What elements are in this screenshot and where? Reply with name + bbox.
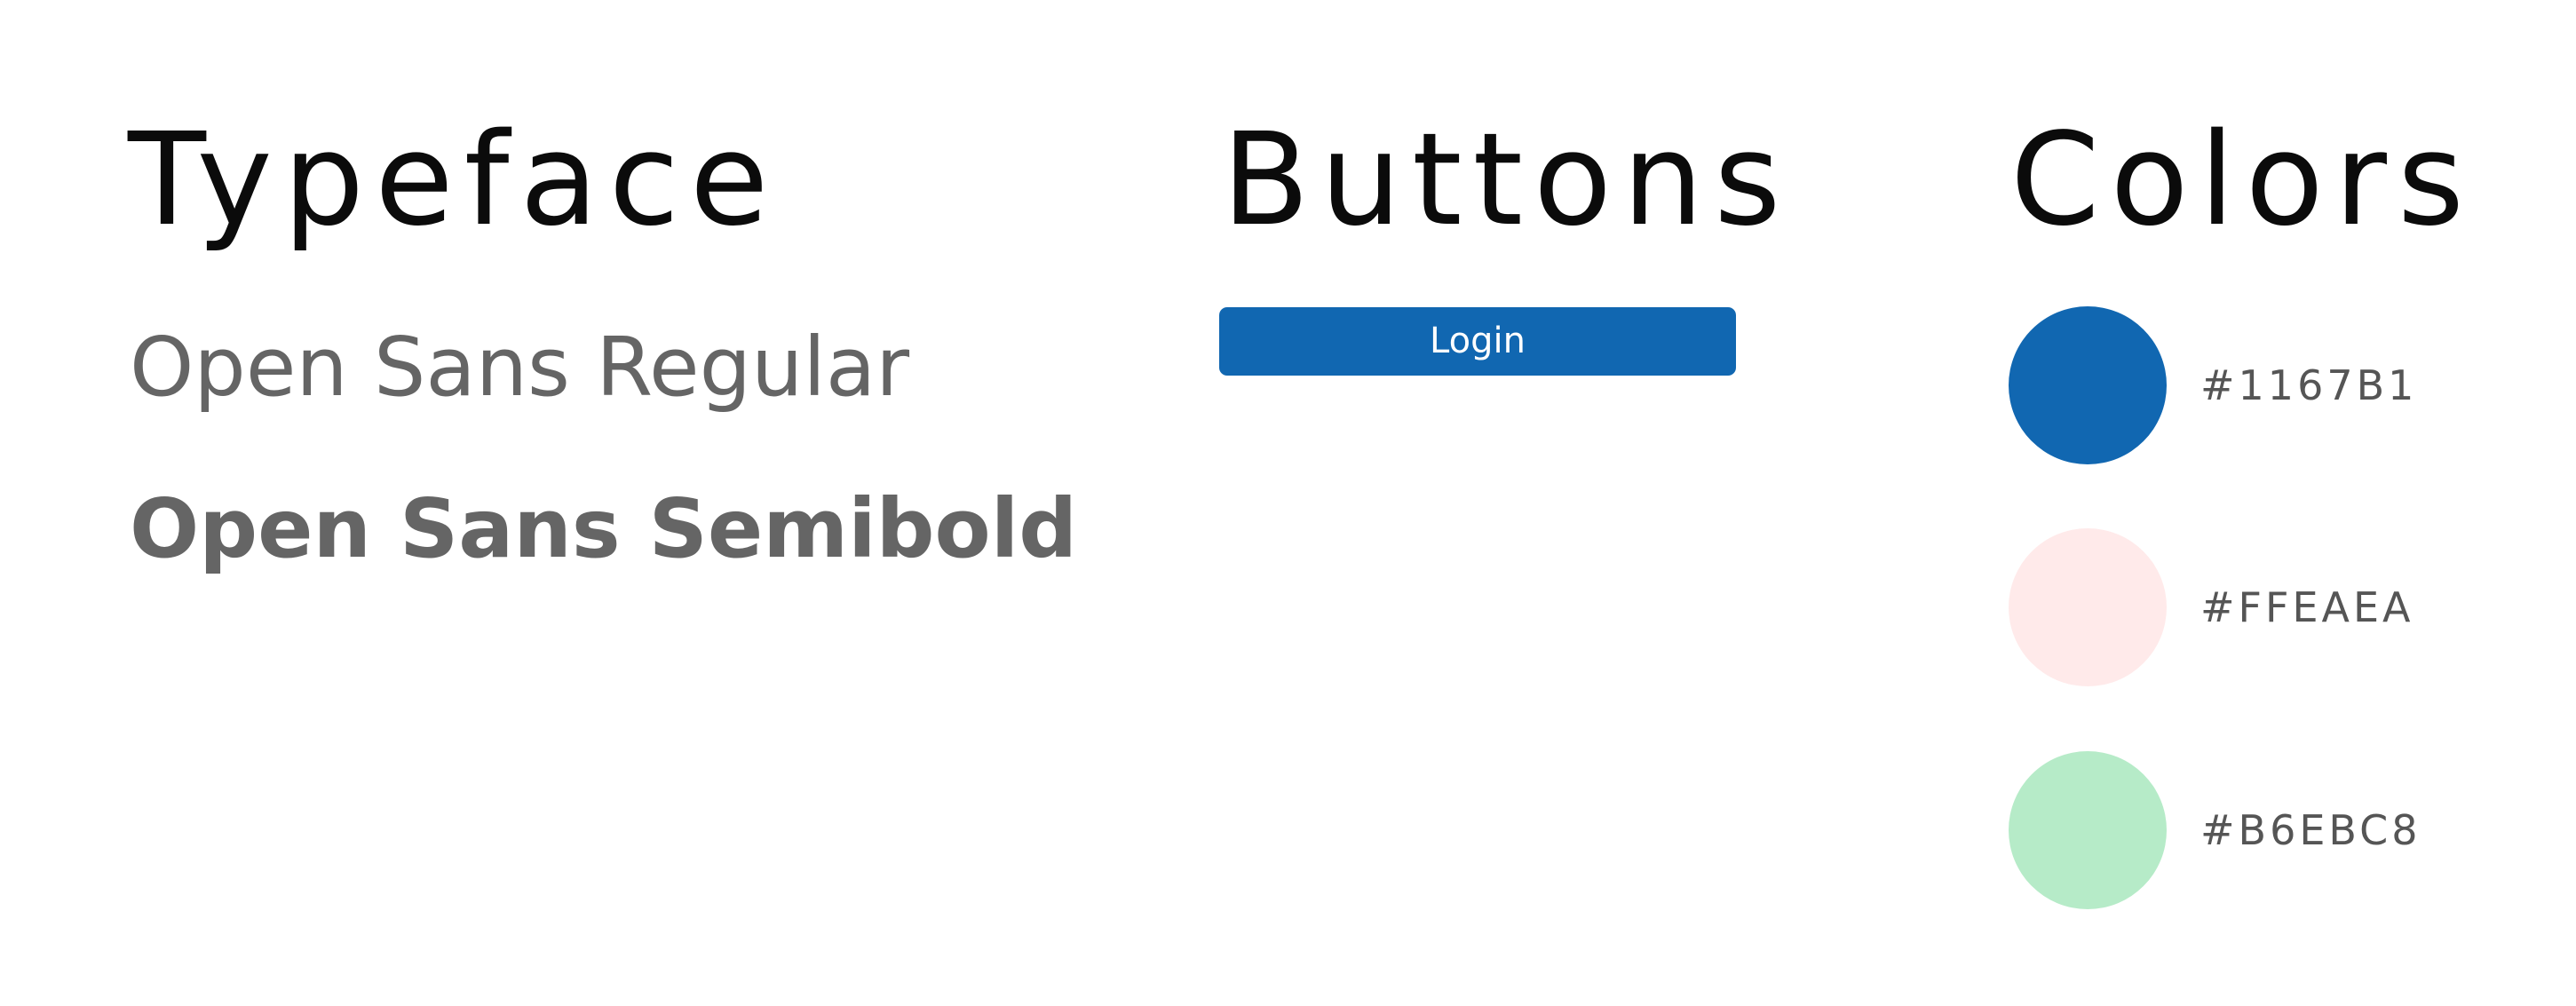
colors-heading: Colors [2010,105,2475,254]
buttons-heading: Buttons [1222,105,1792,254]
color-swatch-pink: #FFEAEA [2009,528,2414,686]
color-swatch-blue: #1167B1 [2009,306,2417,464]
color-swatch-green: #B6EBC8 [2009,751,2421,909]
color-swatch-blue-hex: #1167B1 [2200,361,2418,409]
font-sample-regular: Open Sans Regular [130,320,910,415]
typeface-heading: Typeface [128,105,780,254]
color-swatch-blue-circle [2009,306,2167,464]
login-button[interactable]: Login [1219,307,1736,376]
color-swatch-pink-hex: #FFEAEA [2200,583,2414,631]
color-swatch-green-circle [2009,751,2167,909]
color-swatch-pink-circle [2009,528,2167,686]
color-swatch-green-hex: #B6EBC8 [2200,806,2421,854]
font-sample-semibold: Open Sans Semibold [130,481,1078,576]
